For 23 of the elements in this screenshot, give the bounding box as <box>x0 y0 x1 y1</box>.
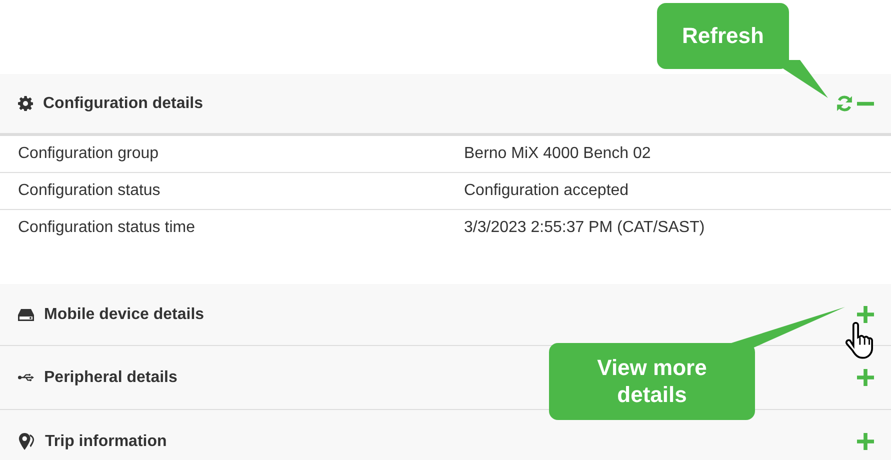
field-value: Berno MiX 4000 Bench 02 <box>464 145 651 163</box>
section-title: Configuration details <box>43 94 203 112</box>
expand-icon[interactable] <box>857 369 874 386</box>
usb-icon <box>18 373 34 382</box>
field-label: Configuration group <box>18 145 160 163</box>
section-title: Peripheral details <box>44 368 178 386</box>
hand-cursor-icon <box>845 322 873 362</box>
drive-icon <box>18 308 34 320</box>
section-header[interactable]: Mobile device details <box>0 284 891 346</box>
field-value: Configuration accepted <box>464 182 629 200</box>
section-header[interactable]: Trip information <box>0 410 891 460</box>
section-title: Trip information <box>45 432 167 450</box>
refresh-callout: Refresh <box>657 3 789 69</box>
expand-icon[interactable] <box>857 306 874 323</box>
section-header[interactable]: Configuration details <box>0 74 891 136</box>
expand-icon[interactable] <box>857 433 874 450</box>
refresh-icon[interactable] <box>836 95 853 112</box>
field-value: 3/3/2023 2:55:37 PM (CAT/SAST) <box>464 219 705 237</box>
field-label: Configuration status time <box>18 219 196 237</box>
map-pin-icon <box>18 433 35 450</box>
section-title: Mobile device details <box>44 306 204 324</box>
gear-icon <box>18 96 33 111</box>
field-label: Configuration status <box>18 182 162 200</box>
